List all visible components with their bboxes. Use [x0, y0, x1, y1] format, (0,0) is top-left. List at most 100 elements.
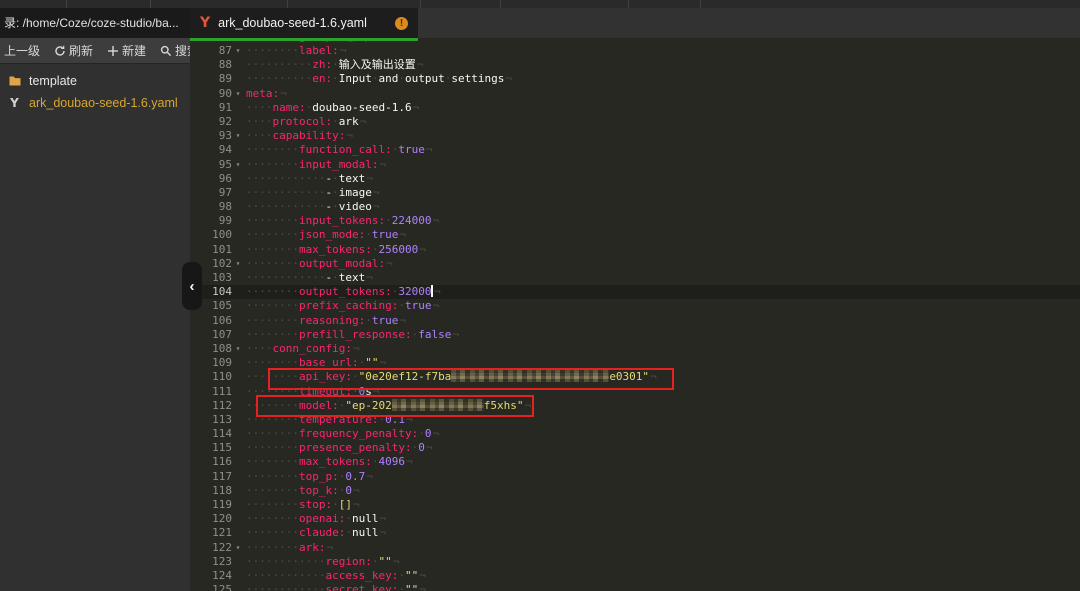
- code-text: ··········en:·Input·and·output·settings¬: [246, 72, 512, 86]
- toolbar-new-button[interactable]: 新建: [107, 42, 146, 59]
- code-text: ········function_call:·true¬: [246, 143, 432, 157]
- fold-column: [232, 214, 244, 228]
- sidebar-collapse-button[interactable]: ‹: [182, 262, 202, 310]
- whitespace-dots: ········: [246, 242, 299, 256]
- tabstrip-separator: [628, 0, 629, 8]
- file-item-ark-doubao-seed-1.6.yaml[interactable]: Yark_doubao-seed-1.6.yaml: [0, 92, 190, 114]
- eol-marker: ¬: [432, 299, 440, 313]
- eol-marker: ¬: [352, 483, 360, 497]
- line-number: 123: [212, 554, 232, 568]
- fold-column: [232, 299, 244, 313]
- eol-marker: ¬: [339, 44, 347, 57]
- code-text: ····conn_config:¬: [246, 342, 360, 356]
- editor-header: 录: /home/Coze/coze-studio/ba... Y ark_do…: [0, 8, 1080, 38]
- yaml-code-editor[interactable]: 86········group:·输出¬87▾········label:¬88…: [190, 38, 1080, 591]
- line-number: 120: [212, 512, 232, 526]
- whitespace-dots: ········: [246, 228, 299, 242]
- gutter: 101: [190, 243, 244, 257]
- whitespace-dots: ·: [365, 228, 372, 242]
- eol-marker: ¬: [366, 271, 373, 284]
- code-text: ····name:·doubao-seed-1.6¬: [246, 101, 419, 115]
- gutter: 120: [190, 512, 244, 526]
- eol-marker: ¬: [392, 554, 400, 568]
- fold-column: [232, 143, 244, 157]
- token-plain: null: [351, 526, 379, 540]
- fold-column: [232, 385, 244, 399]
- line-number: 87: [218, 44, 232, 57]
- line-number: 94: [218, 143, 232, 157]
- token-key: secret_key:: [325, 583, 399, 591]
- fold-arrow-icon[interactable]: ▾: [232, 87, 244, 101]
- code-text: ····capability:¬: [246, 129, 353, 143]
- gutter: 91: [190, 101, 244, 115]
- gutter: 108 ▾: [190, 342, 244, 356]
- token-num: true: [371, 228, 399, 242]
- line-number: 96: [218, 171, 232, 185]
- fold-column: [232, 569, 244, 583]
- whitespace-dots: ·: [398, 72, 405, 86]
- code-line-117: 117 ········top_p:·0.7¬: [190, 470, 1080, 484]
- eol-marker: ¬: [352, 341, 360, 355]
- token-key: input_modal:: [298, 157, 379, 171]
- eol-marker: ¬: [326, 540, 334, 554]
- line-number: 118: [212, 483, 232, 497]
- line-number: 100: [212, 228, 232, 242]
- gutter: 121: [190, 526, 244, 540]
- token-key: openai:: [298, 512, 346, 526]
- file-sidebar: 上一级 刷新 新建 搜索 template Yark_doubao-seed-1.6.y…: [0, 38, 199, 591]
- code-line-120: 120 ········openai:·null¬: [190, 512, 1080, 526]
- whitespace-dots: ·: [345, 512, 352, 526]
- code-line-105: 105 ········prefix_caching:·true¬: [190, 299, 1080, 313]
- whitespace-dots: ·: [385, 214, 392, 228]
- fold-arrow-icon[interactable]: ▾: [232, 257, 244, 271]
- fold-arrow-icon[interactable]: ▾: [232, 44, 244, 58]
- token-key: capability:: [272, 129, 346, 143]
- toolbar-refresh-button[interactable]: 刷新: [54, 42, 93, 59]
- whitespace-dots: ·: [332, 171, 339, 185]
- fold-column: [232, 72, 244, 86]
- file-item-template[interactable]: template: [0, 70, 190, 92]
- fold-arrow-icon[interactable]: ▾: [232, 129, 244, 143]
- line-number: 107: [212, 327, 232, 341]
- toolbar-up-button[interactable]: 上一级: [4, 42, 40, 59]
- gutter: 110: [190, 370, 244, 384]
- code-text: ············secret_key:·""¬: [246, 583, 426, 591]
- eol-marker: ¬: [433, 285, 441, 299]
- line-number: 92: [218, 114, 232, 128]
- fold-arrow-icon[interactable]: ▾: [232, 342, 244, 356]
- whitespace-dots: ········: [246, 157, 299, 171]
- annotation-box-api-key: [268, 368, 674, 390]
- code-text: ········top_p:·0.7¬: [246, 470, 373, 484]
- tabstrip-separator: [420, 0, 421, 8]
- fold-column: [232, 200, 244, 214]
- token-str: "": [404, 583, 419, 591]
- eol-marker: ¬: [379, 512, 387, 526]
- token-key: input_tokens:: [298, 214, 386, 228]
- toolbar-up-label: 上一级: [4, 44, 41, 58]
- code-text: ····protocol:·ark¬: [246, 115, 366, 129]
- code-text: ············region:·""¬: [246, 555, 399, 569]
- whitespace-dots: ········: [246, 327, 299, 341]
- whitespace-dots: ·: [418, 427, 425, 441]
- tab-ark-doubao-seed-yaml[interactable]: Y ark_doubao-seed-1.6.yaml !: [190, 8, 418, 38]
- gutter: 92: [190, 115, 244, 129]
- refresh-icon: [54, 45, 66, 57]
- code-text: ········output_modal:¬: [246, 257, 393, 271]
- line-number: 95: [218, 157, 232, 171]
- fold-arrow-icon[interactable]: ▾: [232, 158, 244, 172]
- token-key: meta:: [246, 86, 280, 100]
- code-line-93: 93 ▾ ····capability:¬: [190, 129, 1080, 143]
- eol-marker: ¬: [379, 526, 387, 540]
- fold-arrow-icon[interactable]: ▾: [232, 541, 244, 555]
- code-text: ········openai:·null¬: [246, 512, 386, 526]
- file-toolbar: 上一级 刷新 新建 搜索: [0, 38, 199, 64]
- fold-column: [232, 271, 244, 285]
- fold-column: [232, 172, 244, 186]
- code-line-90: 90 ▾ meta:¬: [190, 87, 1080, 101]
- eol-marker: ¬: [432, 427, 440, 441]
- code-line-94: 94 ········function_call:·true¬: [190, 143, 1080, 157]
- file-manager-editor-window: 录: /home/Coze/coze-studio/ba... Y ark_do…: [0, 0, 1080, 591]
- code-line-119: 119 ········stop:·[]¬: [190, 498, 1080, 512]
- code-line-122: 122 ▾ ········ark:¬: [190, 541, 1080, 555]
- yaml-file-icon: Y: [200, 15, 211, 31]
